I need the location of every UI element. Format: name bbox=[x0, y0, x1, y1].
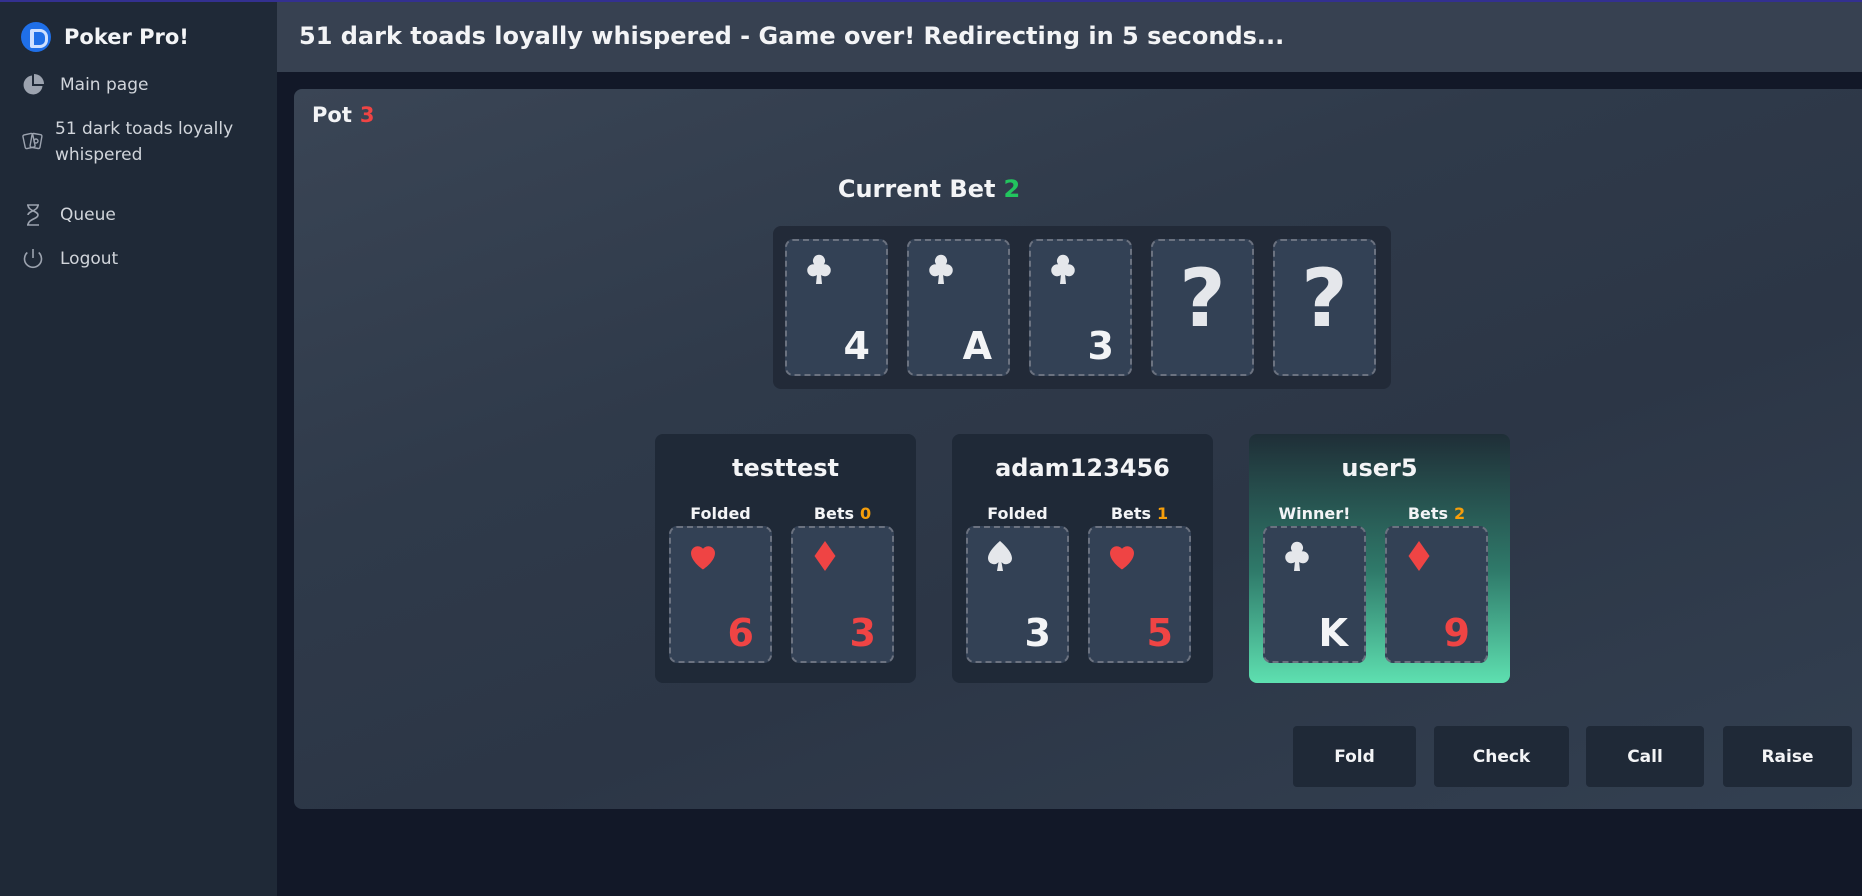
clubs-icon bbox=[923, 251, 959, 287]
diamonds-icon bbox=[807, 538, 843, 574]
poker-pro-logo-icon bbox=[21, 22, 51, 52]
raise-button[interactable]: Raise bbox=[1723, 726, 1852, 787]
player-name: adam123456 bbox=[995, 454, 1170, 482]
hole-card: 5 bbox=[1088, 526, 1191, 663]
fold-button[interactable]: Fold bbox=[1293, 726, 1416, 787]
player-seat-testtest: testtest Folded Bets 0 6 3 bbox=[655, 434, 916, 683]
poker-table: Pot 3 Current Bet 2 4 A 3 ? ? testtest Fol… bbox=[294, 89, 1862, 809]
hole-card: 3 bbox=[791, 526, 894, 663]
player-seat-user5: user5 Winner! Bets 2 K 9 bbox=[1249, 434, 1510, 683]
page-title: 51 dark toads loyally whispered - Game o… bbox=[299, 22, 1285, 50]
hearts-icon bbox=[685, 538, 721, 574]
hidden-community-card: ? bbox=[1273, 239, 1376, 376]
bets-value: 0 bbox=[860, 504, 872, 523]
call-button[interactable]: Call bbox=[1586, 726, 1704, 787]
sidebar-item-label: Main page bbox=[60, 75, 149, 95]
power-icon bbox=[20, 246, 46, 272]
sidebar: Poker Pro! Main page 51 dark toads loyal… bbox=[0, 2, 277, 896]
check-button[interactable]: Check bbox=[1434, 726, 1569, 787]
sidebar-item-main-page[interactable]: Main page bbox=[20, 72, 148, 98]
current-bet-label: Current Bet bbox=[837, 175, 996, 203]
card-rank: 4 bbox=[843, 324, 870, 368]
community-card: 4 bbox=[785, 239, 888, 376]
pot-display: Pot 3 bbox=[312, 103, 374, 127]
winner-status: Winner! bbox=[1278, 504, 1351, 523]
hearts-icon bbox=[1104, 538, 1140, 574]
card-rank: 3 bbox=[849, 611, 876, 655]
hidden-community-card: ? bbox=[1151, 239, 1254, 376]
cards-icon bbox=[20, 128, 46, 154]
player-bets: Bets 2 bbox=[1385, 504, 1488, 523]
hole-card: K bbox=[1263, 526, 1366, 663]
sidebar-item-label: Queue bbox=[60, 205, 116, 225]
page-header: 51 dark toads loyally whispered - Game o… bbox=[277, 2, 1862, 72]
player-status: Folded bbox=[987, 504, 1048, 523]
community-card: 3 bbox=[1029, 239, 1132, 376]
clubs-icon bbox=[801, 251, 837, 287]
player-seat-adam123456: adam123456 Folded Bets 1 3 5 bbox=[952, 434, 1213, 683]
player-bets: Bets 0 bbox=[791, 504, 894, 523]
hole-card: 6 bbox=[669, 526, 772, 663]
sidebar-item-logout[interactable]: Logout bbox=[20, 246, 118, 272]
player-bets: Bets 1 bbox=[1088, 504, 1191, 523]
hourglass-icon bbox=[20, 202, 46, 228]
question-mark-icon: ? bbox=[1301, 252, 1348, 345]
clubs-icon bbox=[1045, 251, 1081, 287]
card-rank: 3 bbox=[1024, 611, 1051, 655]
community-card: A bbox=[907, 239, 1010, 376]
sidebar-item-label: 51 dark toads loyally whispered bbox=[55, 119, 234, 165]
player-status: Folded bbox=[690, 504, 751, 523]
card-rank: 5 bbox=[1146, 611, 1173, 655]
community-cards: 4 A 3 ? ? bbox=[773, 226, 1391, 389]
bets-label: Bets bbox=[1407, 504, 1449, 523]
pot-label: Pot bbox=[312, 103, 352, 127]
current-bet-display: Current Bet 2 bbox=[294, 175, 1564, 203]
pie-chart-icon bbox=[20, 72, 46, 98]
pot-value: 3 bbox=[359, 103, 375, 127]
diamonds-icon bbox=[1401, 538, 1437, 574]
clubs-icon bbox=[1279, 538, 1315, 574]
sidebar-item-current-game[interactable]: 51 dark toads loyally whispered bbox=[20, 116, 245, 168]
app-name: Poker Pro! bbox=[64, 25, 189, 49]
spades-icon bbox=[982, 538, 1018, 574]
card-rank: 3 bbox=[1087, 324, 1114, 368]
bets-value: 1 bbox=[1157, 504, 1169, 523]
card-rank: K bbox=[1318, 611, 1348, 655]
player-name: testtest bbox=[731, 454, 839, 482]
current-bet-value: 2 bbox=[1003, 175, 1021, 203]
bets-label: Bets bbox=[813, 504, 855, 523]
hole-card: 3 bbox=[966, 526, 1069, 663]
bets-label: Bets bbox=[1110, 504, 1152, 523]
brand[interactable]: Poker Pro! bbox=[21, 22, 189, 52]
card-rank: 6 bbox=[727, 611, 754, 655]
player-name: user5 bbox=[1341, 454, 1418, 482]
card-rank: 9 bbox=[1443, 611, 1470, 655]
sidebar-item-queue[interactable]: Queue bbox=[20, 202, 116, 228]
card-rank: A bbox=[962, 324, 992, 368]
question-mark-icon: ? bbox=[1179, 252, 1226, 345]
sidebar-item-label: Logout bbox=[60, 249, 119, 269]
hole-card: 9 bbox=[1385, 526, 1488, 663]
bets-value: 2 bbox=[1454, 504, 1466, 523]
